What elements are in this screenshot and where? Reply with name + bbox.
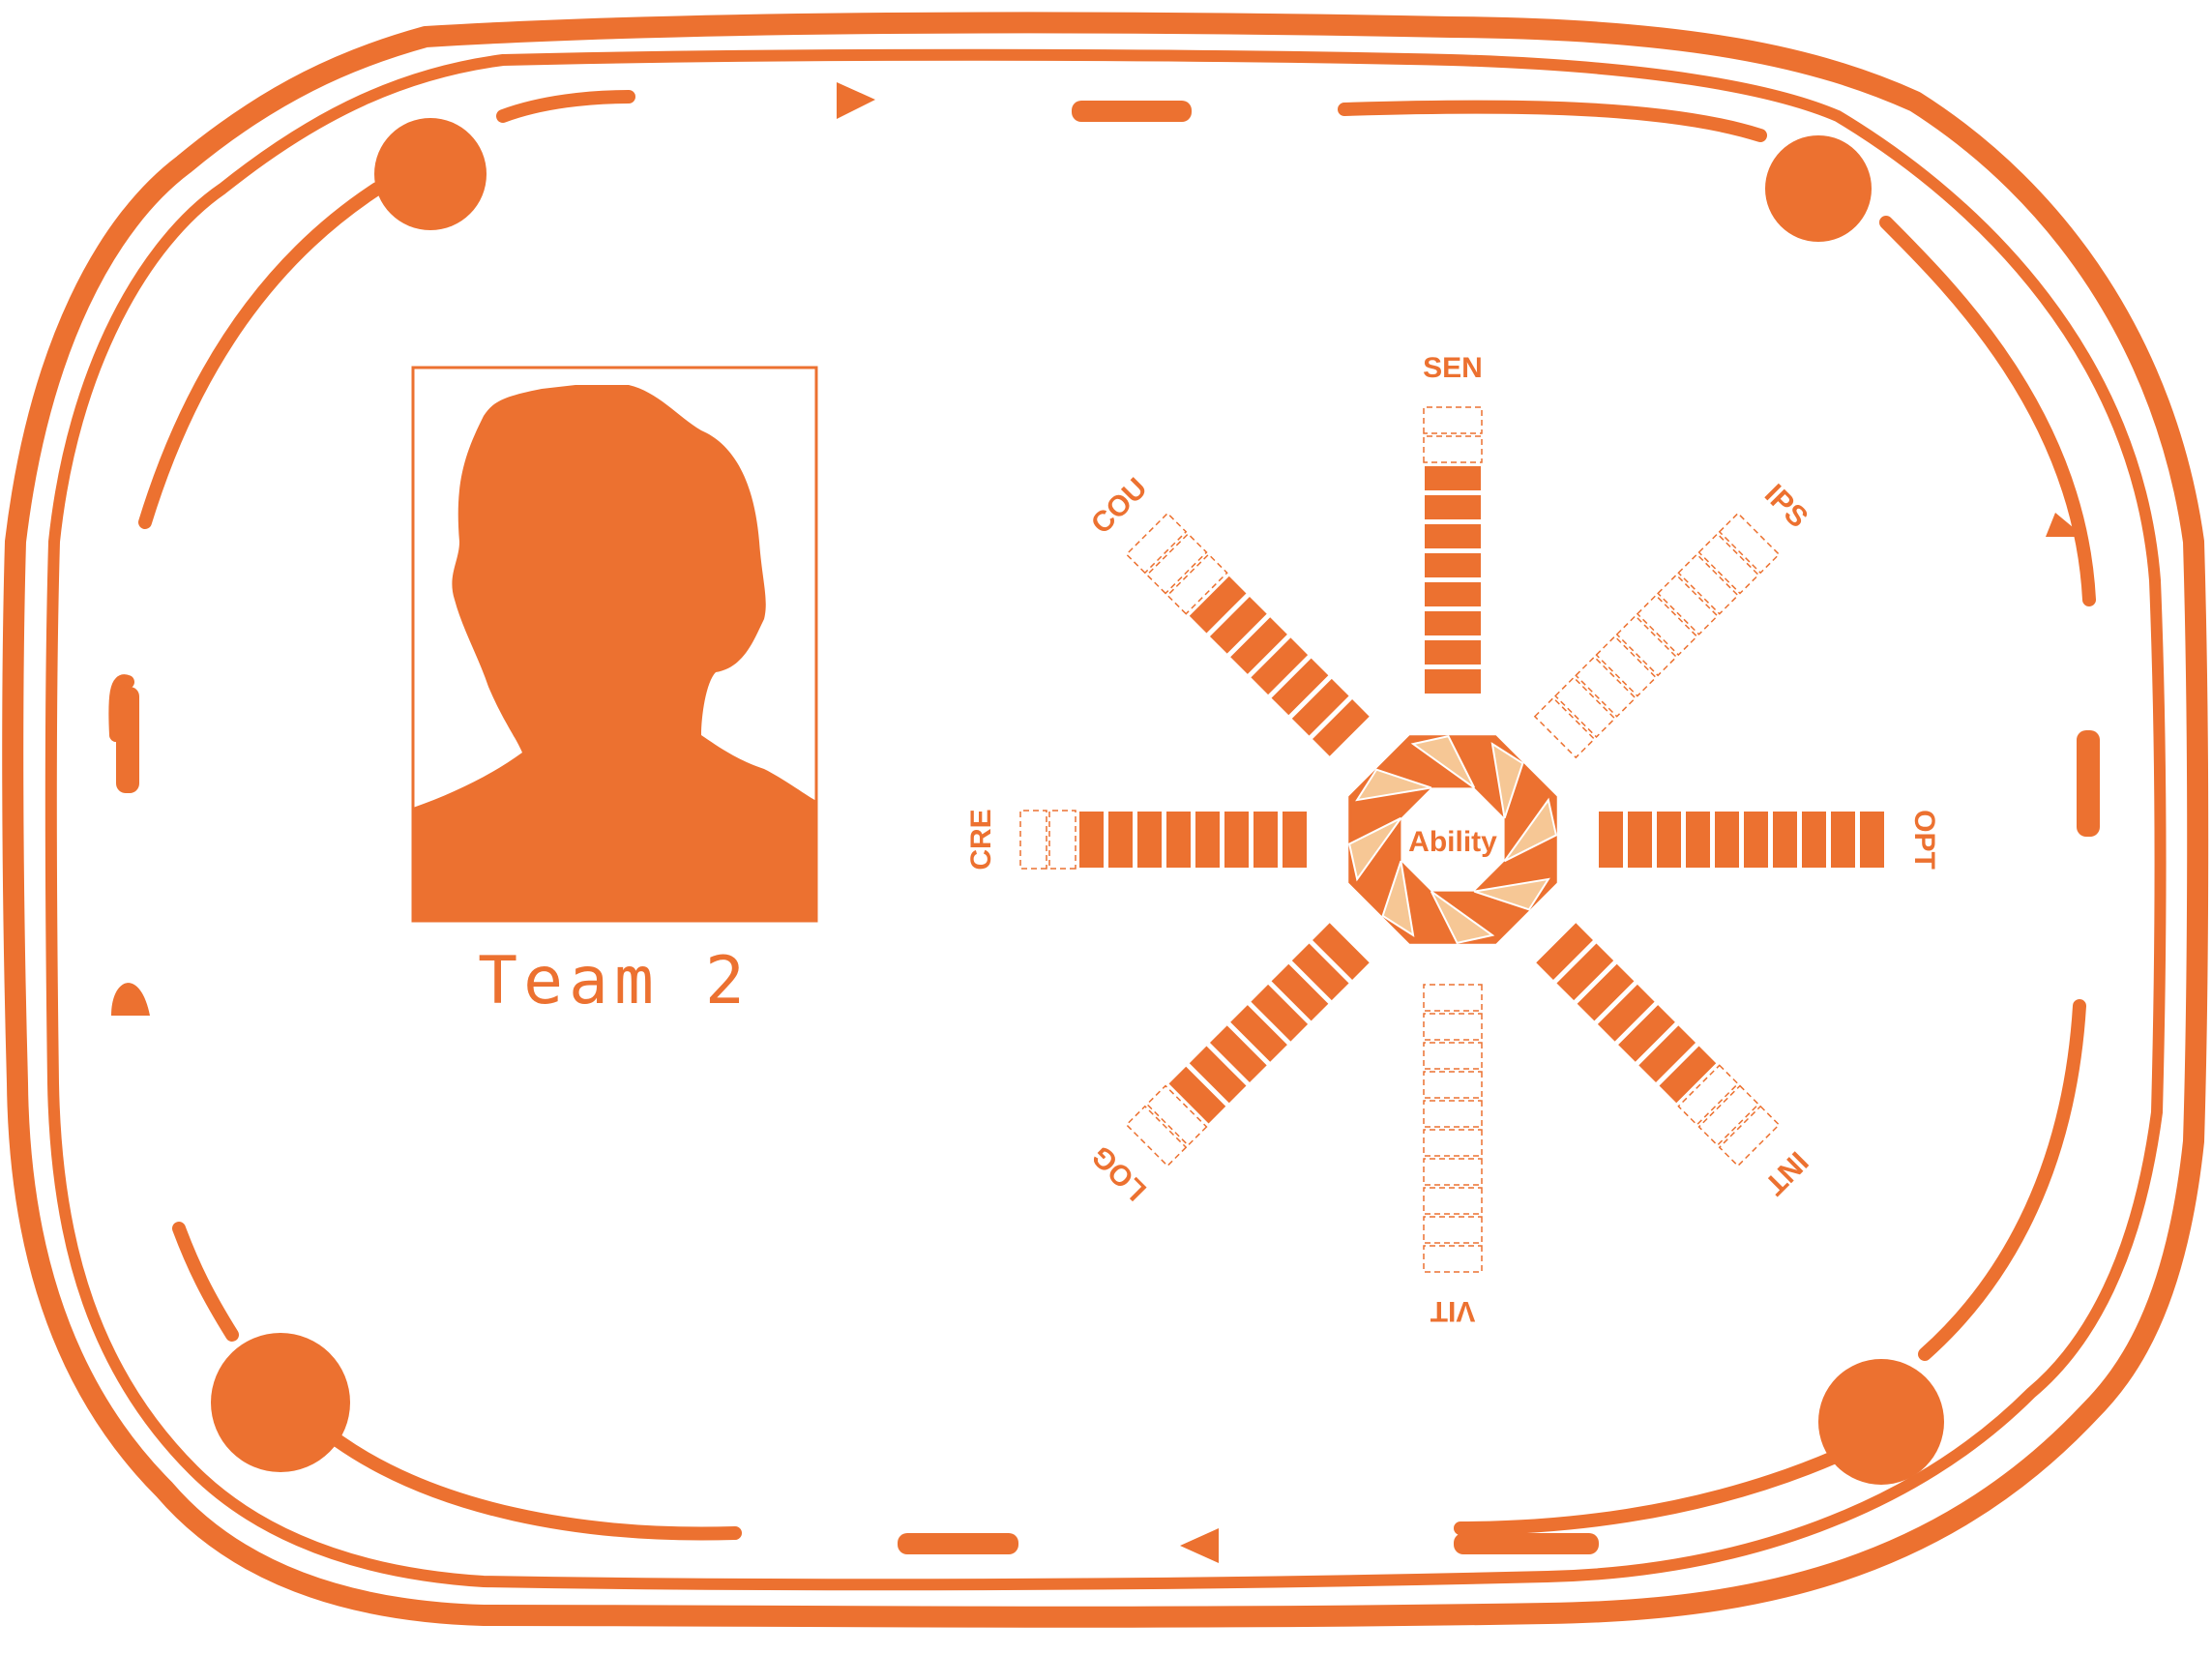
stat-label-vit: VIT: [1430, 1295, 1476, 1327]
stat-segment-filled: [1800, 810, 1828, 870]
stat-segment-filled: [1423, 464, 1483, 492]
stat-segment-filled: [1597, 810, 1625, 870]
stat-segment-filled: [1771, 810, 1799, 870]
stat-label-cou: COU: [1085, 472, 1153, 540]
stat-segment-empty: [1423, 1013, 1483, 1041]
stat-segment-filled: [1194, 810, 1222, 870]
stat-label-log: LOG: [1086, 1139, 1153, 1206]
stat-segment-empty: [1019, 810, 1047, 870]
stat-segment-empty: [1423, 435, 1483, 463]
stat-segment-empty: [1423, 1245, 1483, 1273]
stat-label-sen: SEN: [1423, 352, 1483, 384]
team-card: Ability SEN IPS OPT INT VIT LOG CRE COU: [2, 12, 2209, 1628]
stat-segment-filled: [1423, 493, 1483, 521]
stat-segment-empty: [1423, 1129, 1483, 1157]
stat-segment-empty: [1423, 1158, 1483, 1186]
portrait-frame: [411, 366, 818, 923]
stat-segment-filled: [1135, 810, 1164, 870]
stat-label-opt: OPT: [1908, 810, 1940, 870]
stat-spoke-ips: IPS: [1533, 479, 1814, 759]
stat-segment-empty: [1423, 406, 1483, 434]
stat-segment-empty: [1423, 984, 1483, 1012]
stat-spoke-cre: CRE: [965, 809, 1309, 871]
stat-segment-filled: [1423, 667, 1483, 695]
stat-segment-filled: [1077, 810, 1106, 870]
stat-segment-filled: [1423, 551, 1483, 579]
stat-segment-empty: [1423, 1216, 1483, 1244]
stat-segment-empty: [1423, 1187, 1483, 1215]
stat-spoke-sen: SEN: [1423, 352, 1483, 695]
stat-segment-filled: [1858, 810, 1886, 870]
ability-center-label: Ability: [1408, 826, 1497, 858]
stat-segment-filled: [1106, 810, 1135, 870]
stat-segment-filled: [1423, 522, 1483, 550]
stat-segment-filled: [1655, 810, 1683, 870]
stat-segment-empty: [1423, 1071, 1483, 1099]
stat-segment-filled: [1829, 810, 1857, 870]
stat-spoke-opt: OPT: [1597, 810, 1940, 870]
ability-chart: Ability SEN IPS OPT INT VIT LOG CRE COU: [965, 352, 1940, 1327]
team-name: Team 2: [478, 943, 751, 1019]
stat-label-ips: IPS: [1758, 479, 1814, 535]
stat-segment-filled: [1423, 580, 1483, 608]
stat-segment-filled: [1252, 810, 1280, 870]
stat-segment-filled: [1423, 638, 1483, 666]
stat-spoke-vit: VIT: [1423, 984, 1483, 1327]
stat-label-int: INT: [1758, 1145, 1814, 1201]
stat-segment-filled: [1684, 810, 1712, 870]
stat-spoke-cou: COU: [1085, 472, 1372, 759]
stat-label-cre: CRE: [965, 809, 997, 870]
stat-segment-filled: [1626, 810, 1654, 870]
stat-spoke-int: INT: [1533, 920, 1814, 1201]
stat-segment-filled: [1165, 810, 1193, 870]
stat-segment-filled: [1281, 810, 1309, 870]
stat-segment-empty: [1423, 1100, 1483, 1128]
stat-segment-empty: [1048, 810, 1077, 870]
stat-spoke-log: LOG: [1086, 920, 1372, 1206]
stat-segment-filled: [1742, 810, 1770, 870]
stat-segment-filled: [1423, 609, 1483, 637]
stat-segment-filled: [1223, 810, 1251, 870]
stat-segment-filled: [1713, 810, 1741, 870]
stat-segment-empty: [1423, 1042, 1483, 1070]
